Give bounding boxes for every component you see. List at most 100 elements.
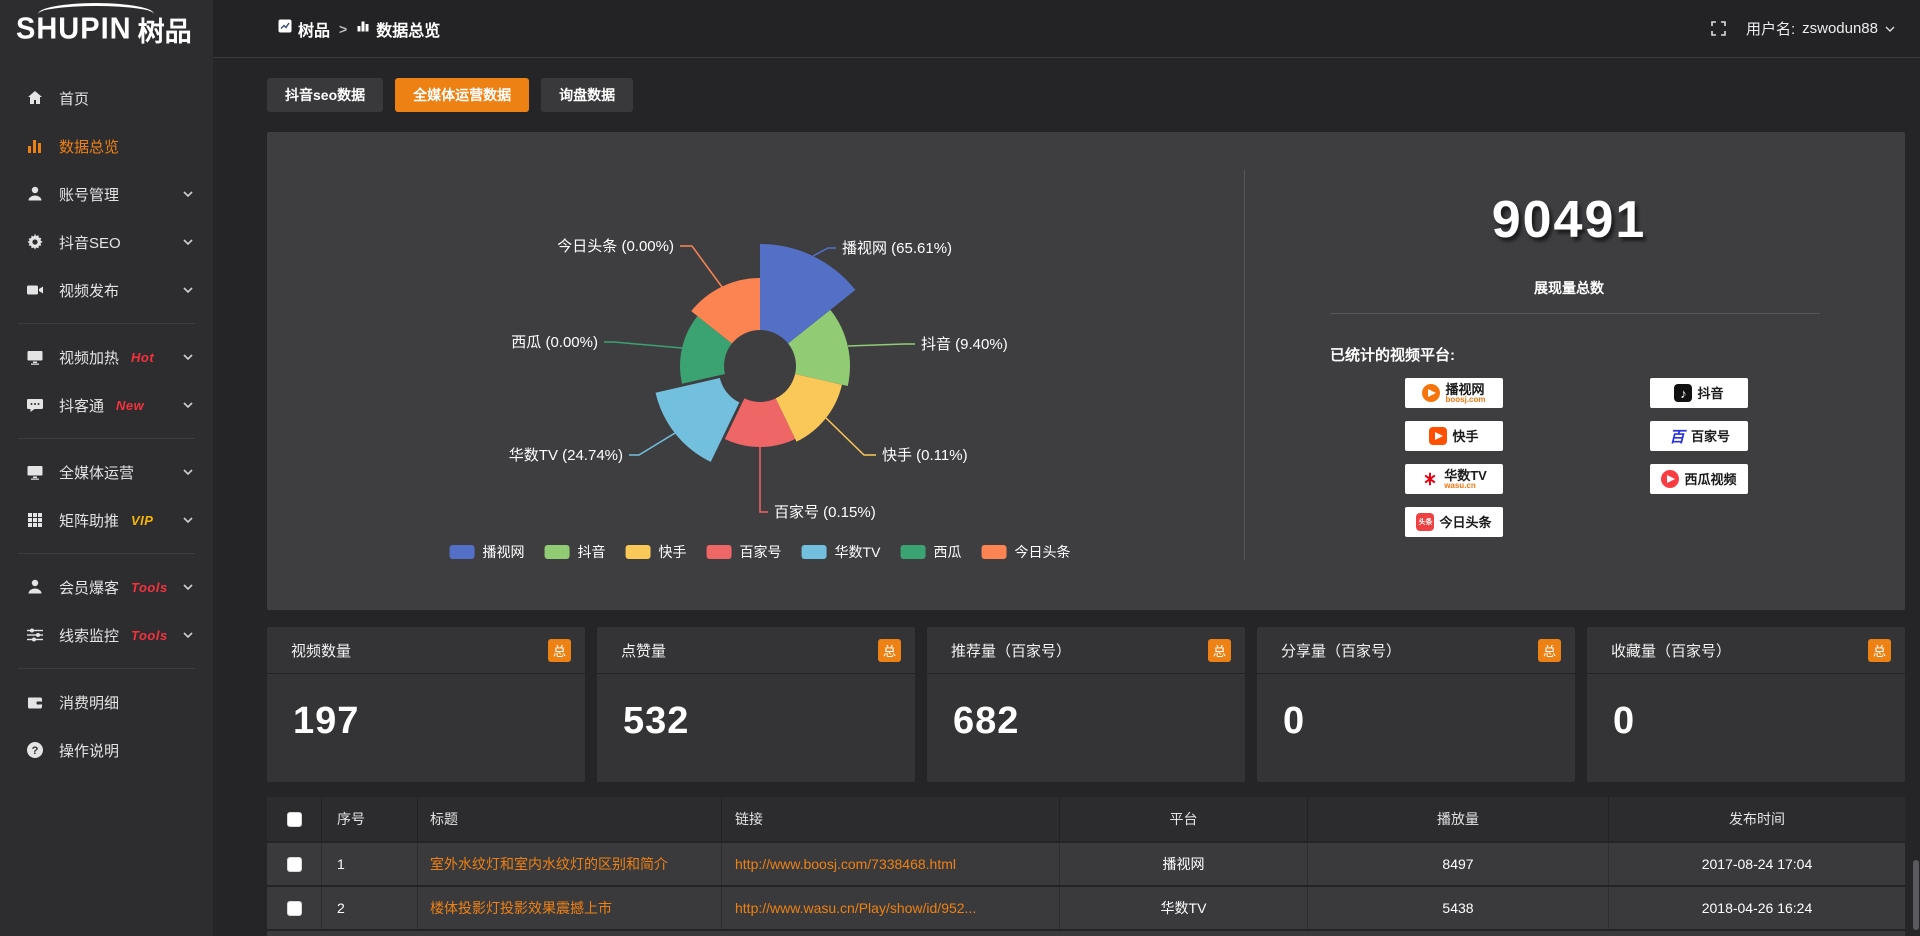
sidebar-item-label: 首页	[59, 88, 89, 109]
app-logo[interactable]: SHUPIN 树品	[0, 0, 213, 58]
pie-label-line	[629, 430, 680, 455]
sidebar-item-label: 消费明细	[59, 692, 119, 713]
legend-item[interactable]: 百家号	[707, 542, 782, 562]
legend-item[interactable]: 抖音	[545, 542, 606, 562]
legend-item[interactable]: 今日头条	[981, 542, 1070, 562]
grid-icon	[26, 511, 44, 529]
cell-platform: 华数TV	[1060, 887, 1308, 929]
cell-title-link[interactable]: 室外水纹灯和室内水纹灯的区别和简介	[418, 843, 722, 885]
cell-plays: 5438	[1308, 887, 1609, 929]
breadcrumb-current[interactable]: 数据总览	[356, 17, 440, 41]
sidebar-item-account[interactable]: 账号管理	[0, 170, 213, 218]
table-row: 1 室外水纹灯和室内水纹灯的区别和简介 http://www.boosj.com…	[267, 841, 1905, 885]
cell-url-link[interactable]: http://www.boosj.com/7338468.html	[722, 843, 1060, 885]
platform-name: 抖音	[1697, 387, 1723, 400]
pie-label: 快手 (0.11%)	[882, 447, 968, 464]
sidebar-item-help[interactable]: ? 操作说明	[0, 726, 213, 774]
chevron-down-icon	[183, 287, 193, 294]
platform-subtext: boosj.com	[1445, 396, 1485, 404]
cell-title-link[interactable]: 楼体投影灯投影效果震撼上市	[418, 887, 722, 929]
legend-swatch	[900, 545, 925, 559]
total-badge: 总	[1208, 639, 1231, 662]
cell-plays: 8497	[1308, 843, 1609, 885]
row-checkbox[interactable]	[287, 901, 302, 916]
scrollbar-thumb[interactable]	[1913, 860, 1919, 930]
user-menu[interactable]: 用户名: zswodun88	[1746, 18, 1895, 39]
chart-panel: 播视网 (65.61%)抖音 (9.40%)快手 (0.11%)百家号 (0.1…	[267, 132, 1905, 610]
user-icon	[26, 578, 44, 596]
sidebar-item-data-overview[interactable]: 数据总览	[0, 122, 213, 170]
legend-label: 华数TV	[835, 542, 881, 562]
legend-label: 今日头条	[1014, 542, 1070, 562]
stat-card-label: 推荐量（百家号）	[951, 640, 1071, 661]
impressions-total-value: 90491	[1492, 190, 1647, 250]
pie-label: 今日头条 (0.00%)	[557, 238, 674, 255]
breadcrumb-root-label: 树品	[298, 17, 330, 41]
sidebar-divider	[18, 323, 195, 324]
platform-chip-kuaishou: 快手	[1405, 421, 1503, 451]
wallet-icon	[26, 693, 44, 711]
legend-swatch	[545, 545, 570, 559]
sidebar-item-home[interactable]: 首页	[0, 74, 213, 122]
sidebar-item-doukertong[interactable]: 抖客通 New	[0, 381, 213, 429]
stat-card-value: 197	[267, 674, 585, 743]
stat-card-label: 视频数量	[291, 640, 351, 661]
cell-index: 2	[322, 887, 418, 929]
sidebar-item-label: 视频发布	[59, 280, 119, 301]
column-header-platform: 平台	[1060, 797, 1308, 841]
platform-name: 播视网	[1445, 383, 1485, 396]
breadcrumb-current-label: 数据总览	[376, 17, 440, 41]
tools-badge: Tools	[131, 628, 168, 643]
pie-label: 西瓜 (0.00%)	[511, 334, 598, 351]
legend-label: 播视网	[483, 542, 525, 562]
row-checkbox[interactable]	[287, 857, 302, 872]
legend-item[interactable]: 西瓜	[900, 542, 961, 562]
monitor-icon	[26, 348, 44, 366]
bar-chart-icon	[356, 19, 370, 38]
sidebar-item-video-publish[interactable]: 视频发布	[0, 266, 213, 314]
sidebar-item-member-baoke[interactable]: 会员爆客 Tools	[0, 563, 213, 611]
tab-inquiry-data[interactable]: 询盘数据	[541, 78, 633, 112]
chevron-down-icon	[183, 469, 193, 476]
sidebar-item-clue-monitor[interactable]: 线索监控 Tools	[0, 611, 213, 659]
stat-card-value: 0	[1587, 674, 1905, 743]
stat-card-label: 收藏量（百家号）	[1611, 640, 1731, 661]
platforms-title: 已统计的视频平台:	[1330, 344, 1455, 365]
douyin-icon: ♪	[1674, 384, 1692, 402]
breadcrumb-root[interactable]: 树品	[278, 17, 330, 41]
select-all-checkbox[interactable]	[287, 812, 302, 827]
sidebar-item-omnimedia[interactable]: 全媒体运营	[0, 448, 213, 496]
sidebar-item-douyin-seo[interactable]: 抖音SEO	[0, 218, 213, 266]
cell-index: 1	[322, 843, 418, 885]
sidebar-item-expense-detail[interactable]: 消费明细	[0, 678, 213, 726]
pie-label-line	[680, 246, 722, 287]
pie-slice[interactable]	[656, 378, 740, 462]
legend-item[interactable]: 华数TV	[802, 542, 881, 562]
pie-label: 抖音 (9.40%)	[921, 336, 1008, 353]
username-label: 用户名:	[1746, 18, 1795, 39]
chevron-down-icon	[183, 517, 193, 524]
cell-url-link[interactable]: http://www.wasu.cn/Play/show/id/952...	[722, 887, 1060, 929]
stat-card-recommendations: 推荐量（百家号） 总 682	[927, 627, 1245, 782]
boosj-icon	[1422, 384, 1440, 402]
sidebar-item-label: 操作说明	[59, 740, 119, 761]
legend-item[interactable]: 快手	[626, 542, 687, 562]
platform-chip-boosj: 播视网 boosj.com	[1405, 378, 1503, 408]
tab-omnimedia-data[interactable]: 全媒体运营数据	[395, 78, 529, 112]
baijiahao-icon: 百	[1668, 427, 1686, 445]
breadcrumb: 树品 > 数据总览	[278, 17, 440, 41]
tab-douyin-seo-data[interactable]: 抖音seo数据	[267, 78, 383, 112]
column-header-time: 发布时间	[1609, 797, 1905, 841]
chevron-down-icon	[183, 191, 193, 198]
fullscreen-icon[interactable]	[1711, 21, 1726, 36]
wasu-icon	[1421, 470, 1439, 488]
stat-card-label: 点赞量	[621, 640, 666, 661]
logo-text-en: SHUPIN	[16, 12, 132, 46]
legend-item[interactable]: 播视网	[450, 542, 525, 562]
total-badge: 总	[1868, 639, 1891, 662]
legend-swatch	[707, 545, 732, 559]
horizontal-divider	[1330, 313, 1820, 314]
chat-icon	[26, 396, 44, 414]
sidebar-item-video-heat[interactable]: 视频加热 Hot	[0, 333, 213, 381]
sidebar-item-matrix-boost[interactable]: 矩阵助推 VIP	[0, 496, 213, 544]
